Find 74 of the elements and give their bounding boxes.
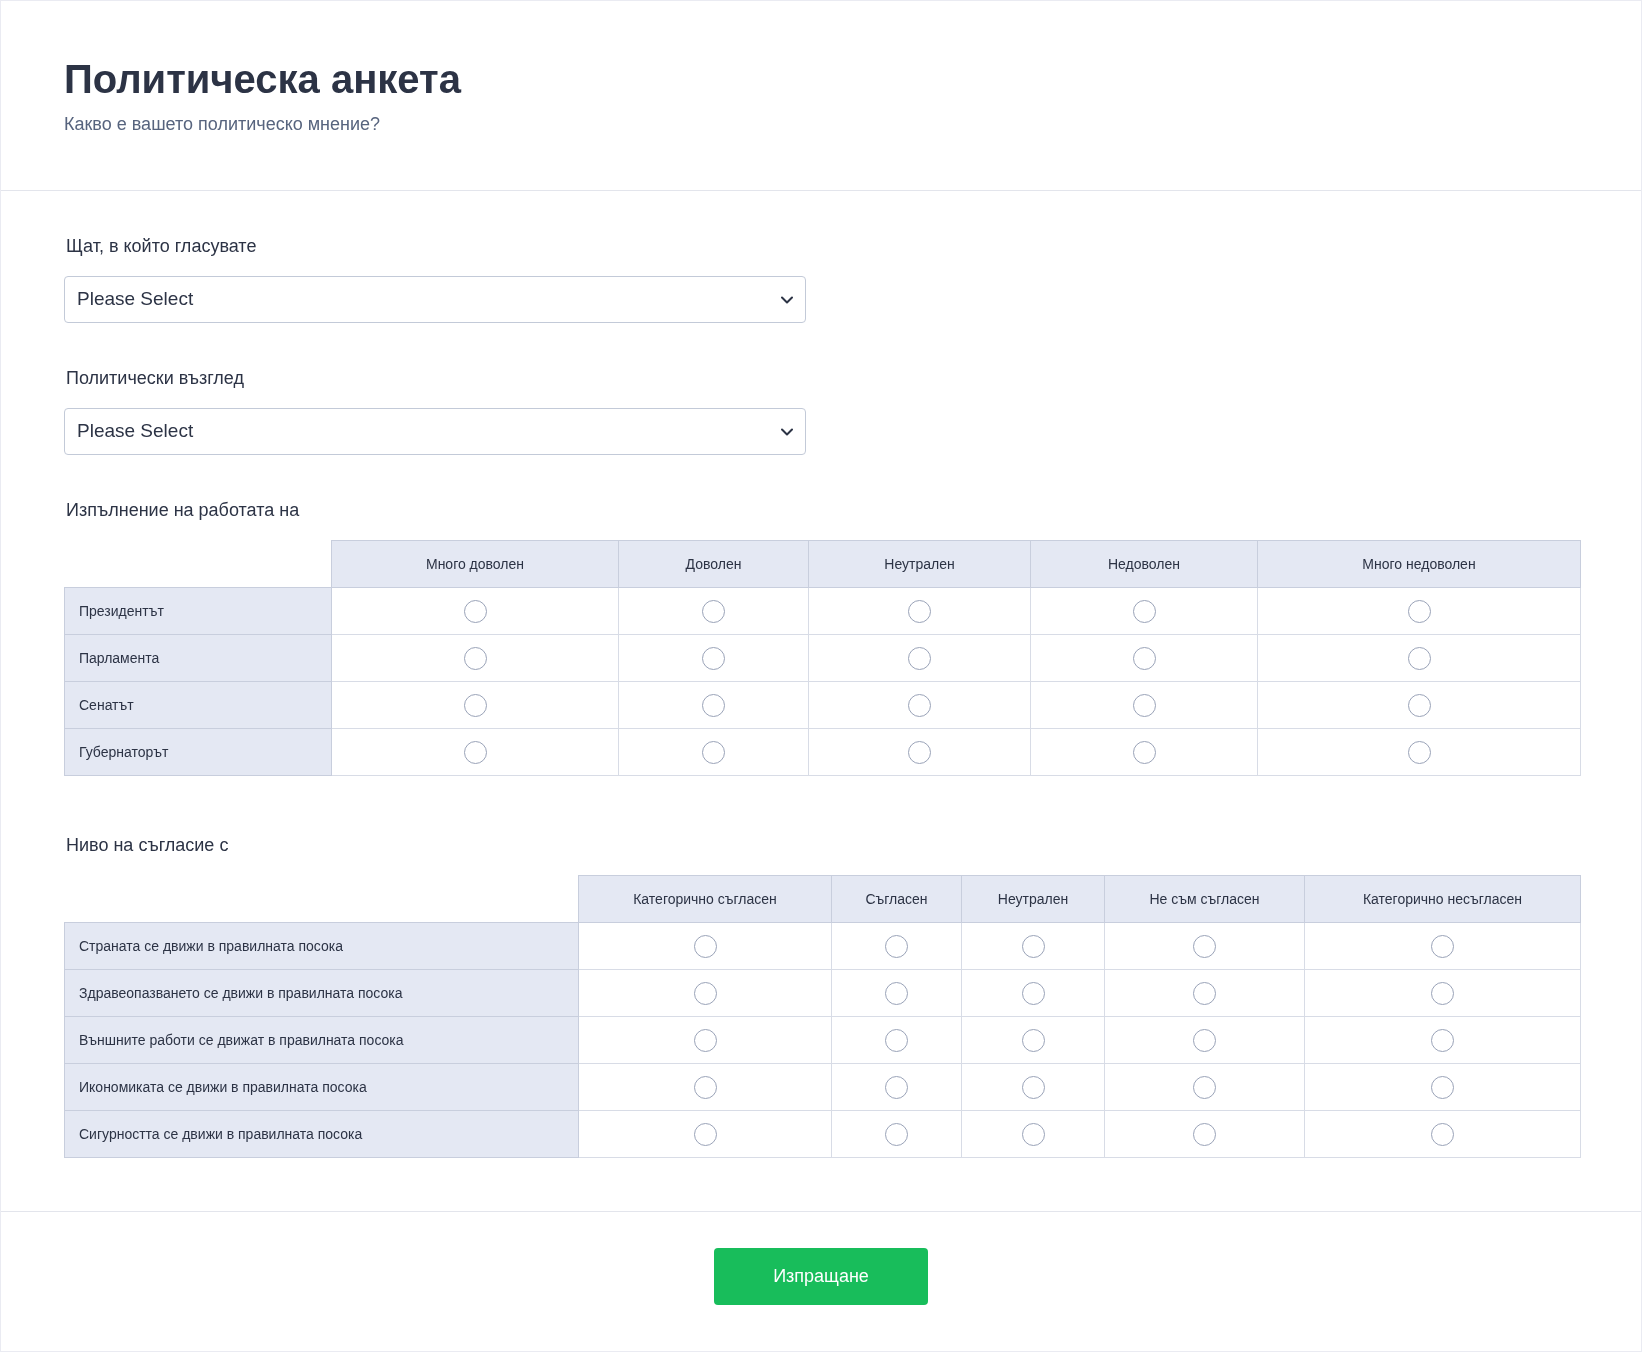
column-header: Недоволен — [1030, 540, 1258, 588]
radio-button[interactable] — [885, 1029, 908, 1053]
row-header: Сигурността се движи в правилната посока — [64, 1110, 579, 1158]
radio-button[interactable] — [693, 1029, 717, 1053]
radio-button[interactable] — [908, 694, 931, 718]
radio-button[interactable] — [1193, 935, 1216, 959]
form-title: Политическа анкета — [64, 56, 463, 103]
column-header: Категорично съгласен — [578, 875, 832, 923]
radio-button[interactable] — [1431, 982, 1454, 1006]
column-header: Съгласен — [831, 875, 962, 923]
radio-button[interactable] — [463, 600, 487, 624]
radio-button[interactable] — [1193, 982, 1216, 1006]
radio-button[interactable] — [463, 694, 487, 718]
column-header: Доволен — [618, 540, 809, 588]
radio-button[interactable] — [1021, 982, 1045, 1006]
radio-button[interactable] — [885, 1123, 908, 1147]
radio-button[interactable] — [1193, 1029, 1216, 1053]
column-header: Неутрален — [961, 875, 1105, 923]
radio-button[interactable] — [693, 982, 717, 1006]
field-label: Щат, в който гласувате — [65, 235, 258, 258]
radio-button[interactable] — [693, 1123, 717, 1147]
radio-button[interactable] — [702, 647, 725, 671]
radio-button[interactable] — [1193, 1123, 1216, 1147]
column-header: Категорично несъгласен — [1304, 875, 1581, 923]
row-header: Парламента — [64, 634, 332, 682]
select-dropdown[interactable]: Please Select — [64, 408, 806, 455]
radio-button[interactable] — [1132, 647, 1156, 671]
radio-button[interactable] — [702, 600, 725, 624]
column-header: Много недоволен — [1257, 540, 1581, 588]
column-header: Неутрален — [808, 540, 1031, 588]
radio-button[interactable] — [693, 935, 717, 959]
radio-button[interactable] — [885, 935, 908, 959]
radio-button[interactable] — [1132, 741, 1156, 765]
field-label: Ниво на съгласие с — [65, 834, 230, 857]
chevron-down-icon — [781, 427, 793, 436]
radio-button[interactable] — [1431, 1029, 1454, 1053]
column-header: Не съм съгласен — [1104, 875, 1305, 923]
chevron-down-icon — [781, 295, 793, 304]
row-header: Страната се движи в правилната посока — [64, 922, 579, 970]
radio-button[interactable] — [885, 1076, 908, 1100]
radio-button[interactable] — [1021, 935, 1045, 959]
radio-button[interactable] — [1407, 600, 1431, 624]
radio-button[interactable] — [1407, 647, 1431, 671]
radio-button[interactable] — [885, 982, 908, 1006]
row-header: Здравеопазването се движи в правилната посока — [64, 969, 579, 1017]
radio-button[interactable] — [1431, 935, 1454, 959]
radio-button[interactable] — [1193, 1076, 1216, 1100]
field-label: Изпълнение на работата на — [65, 499, 301, 522]
row-header: Икономиката се движи в правилната посока — [64, 1063, 579, 1111]
radio-button[interactable] — [1021, 1029, 1045, 1053]
field-label: Политически възглед — [65, 367, 245, 390]
row-header: Президентът — [64, 587, 332, 635]
radio-button[interactable] — [908, 647, 931, 671]
row-header: Губернаторът — [64, 728, 332, 776]
radio-button[interactable] — [1021, 1076, 1045, 1100]
row-header: Външните работи се движат в правилната посока — [64, 1016, 579, 1064]
radio-button[interactable] — [463, 647, 487, 671]
radio-button[interactable] — [1431, 1123, 1454, 1147]
column-header: Много доволен — [331, 540, 619, 588]
radio-button[interactable] — [702, 694, 725, 718]
radio-button[interactable] — [908, 600, 931, 624]
radio-button[interactable] — [1407, 741, 1431, 765]
radio-button[interactable] — [1407, 694, 1431, 718]
radio-button[interactable] — [1132, 600, 1156, 624]
radio-button[interactable] — [702, 741, 725, 765]
radio-button[interactable] — [1021, 1123, 1045, 1147]
form-subtitle: Какво е вашето политическо мнение? — [64, 113, 382, 136]
radio-button[interactable] — [463, 741, 487, 765]
radio-button[interactable] — [1431, 1076, 1454, 1100]
radio-button[interactable] — [908, 741, 931, 765]
radio-button[interactable] — [693, 1076, 717, 1100]
row-header: Сенатът — [64, 681, 332, 729]
radio-button[interactable] — [1132, 694, 1156, 718]
select-dropdown[interactable]: Please Select — [64, 276, 806, 323]
